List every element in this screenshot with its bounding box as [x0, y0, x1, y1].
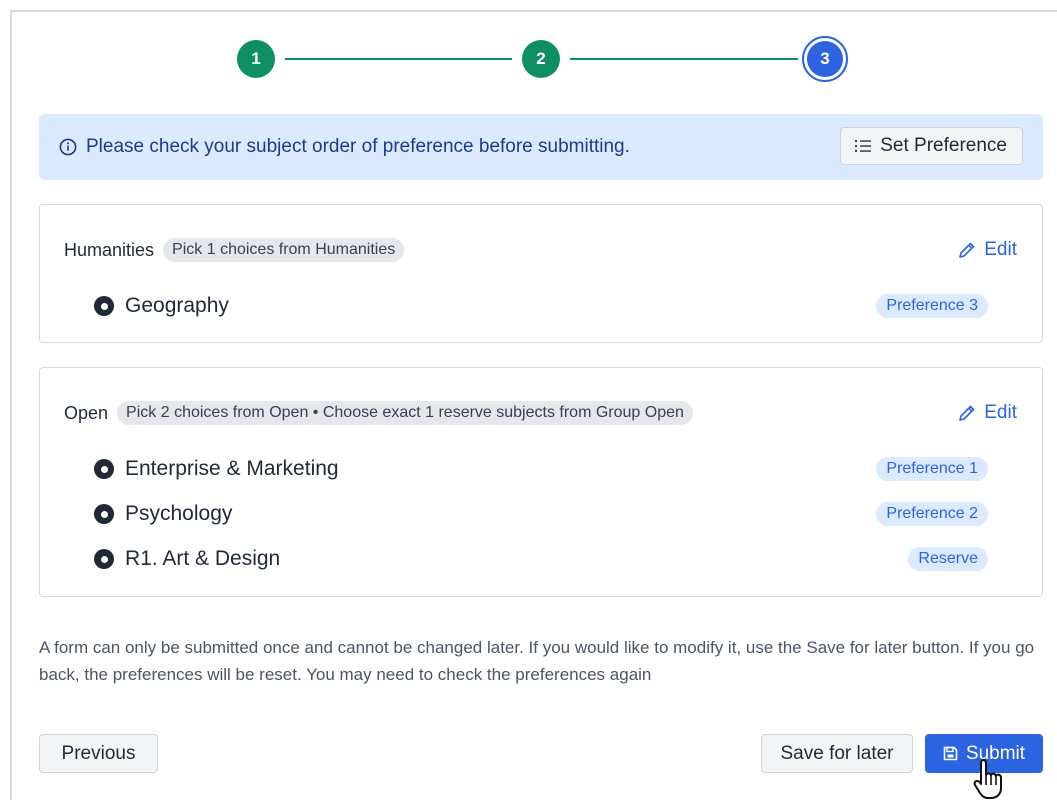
subject-name: Psychology: [125, 502, 233, 525]
subject-row: Psychology Preference 2: [94, 500, 988, 528]
step-3-label: 3: [807, 41, 843, 77]
selected-radio-icon: [94, 296, 114, 316]
submission-note: A form can only be submitted once and ca…: [39, 638, 1035, 684]
info-banner: Please check your subject order of prefe…: [39, 114, 1043, 180]
set-preference-button[interactable]: Set Preference: [840, 127, 1023, 165]
selected-radio-icon: [94, 504, 114, 524]
edit-label: Edit: [984, 239, 1017, 260]
group-header: Open Pick 2 choices from Open • Choose e…: [64, 401, 693, 425]
step-connector-1: [285, 58, 512, 60]
group-rule-badge: Pick 1 choices from Humanities: [163, 238, 405, 262]
step-1-label: 1: [251, 49, 261, 68]
pencil-icon: [959, 405, 975, 421]
subject-row: R1. Art & Design Reserve: [94, 545, 988, 573]
group-name: Open: [64, 402, 109, 423]
subject-row: Geography Preference 3: [94, 292, 988, 320]
subject-name: R1. Art & Design: [125, 547, 281, 570]
info-icon: [59, 138, 77, 156]
edit-humanities-link[interactable]: Edit: [958, 239, 1017, 261]
subject-name: Geography: [125, 294, 229, 317]
step-2-label: 2: [536, 49, 546, 68]
step-1[interactable]: 1: [237, 40, 275, 78]
save-for-later-button[interactable]: Save for later: [761, 734, 913, 773]
group-card-humanities: Humanities Pick 1 choices from Humanitie…: [39, 204, 1043, 343]
list-order-icon: [855, 140, 872, 152]
step-2[interactable]: 2: [522, 40, 560, 78]
step-connector-2: [570, 58, 798, 60]
save-disk-icon: [943, 746, 958, 761]
step-3[interactable]: 3: [802, 36, 848, 82]
set-preference-label: Set Preference: [880, 135, 1007, 156]
group-name: Humanities: [64, 239, 155, 260]
pencil-icon: [959, 242, 975, 258]
preference-badge: Preference 1: [876, 457, 988, 481]
hand-pointer-cursor-icon: [973, 759, 1002, 799]
group-rule-badge: Pick 2 choices from Open • Choose exact …: [117, 401, 693, 425]
preference-badge: Preference 3: [876, 294, 988, 318]
progress-stepper: 1 2 3: [235, 36, 851, 82]
selected-radio-icon: [94, 459, 114, 479]
edit-label: Edit: [984, 402, 1017, 423]
preference-badge: Preference 2: [876, 502, 988, 526]
group-header: Humanities Pick 1 choices from Humanitie…: [64, 238, 405, 262]
reserve-badge: Reserve: [908, 547, 988, 571]
group-card-open: Open Pick 2 choices from Open • Choose e…: [39, 367, 1043, 597]
edit-open-link[interactable]: Edit: [958, 402, 1017, 424]
banner-message: Please check your subject order of prefe…: [86, 136, 630, 157]
subject-row: Enterprise & Marketing Preference 1: [94, 455, 988, 483]
subject-name: Enterprise & Marketing: [125, 457, 339, 480]
selected-radio-icon: [94, 549, 114, 569]
previous-button[interactable]: Previous: [39, 734, 158, 773]
